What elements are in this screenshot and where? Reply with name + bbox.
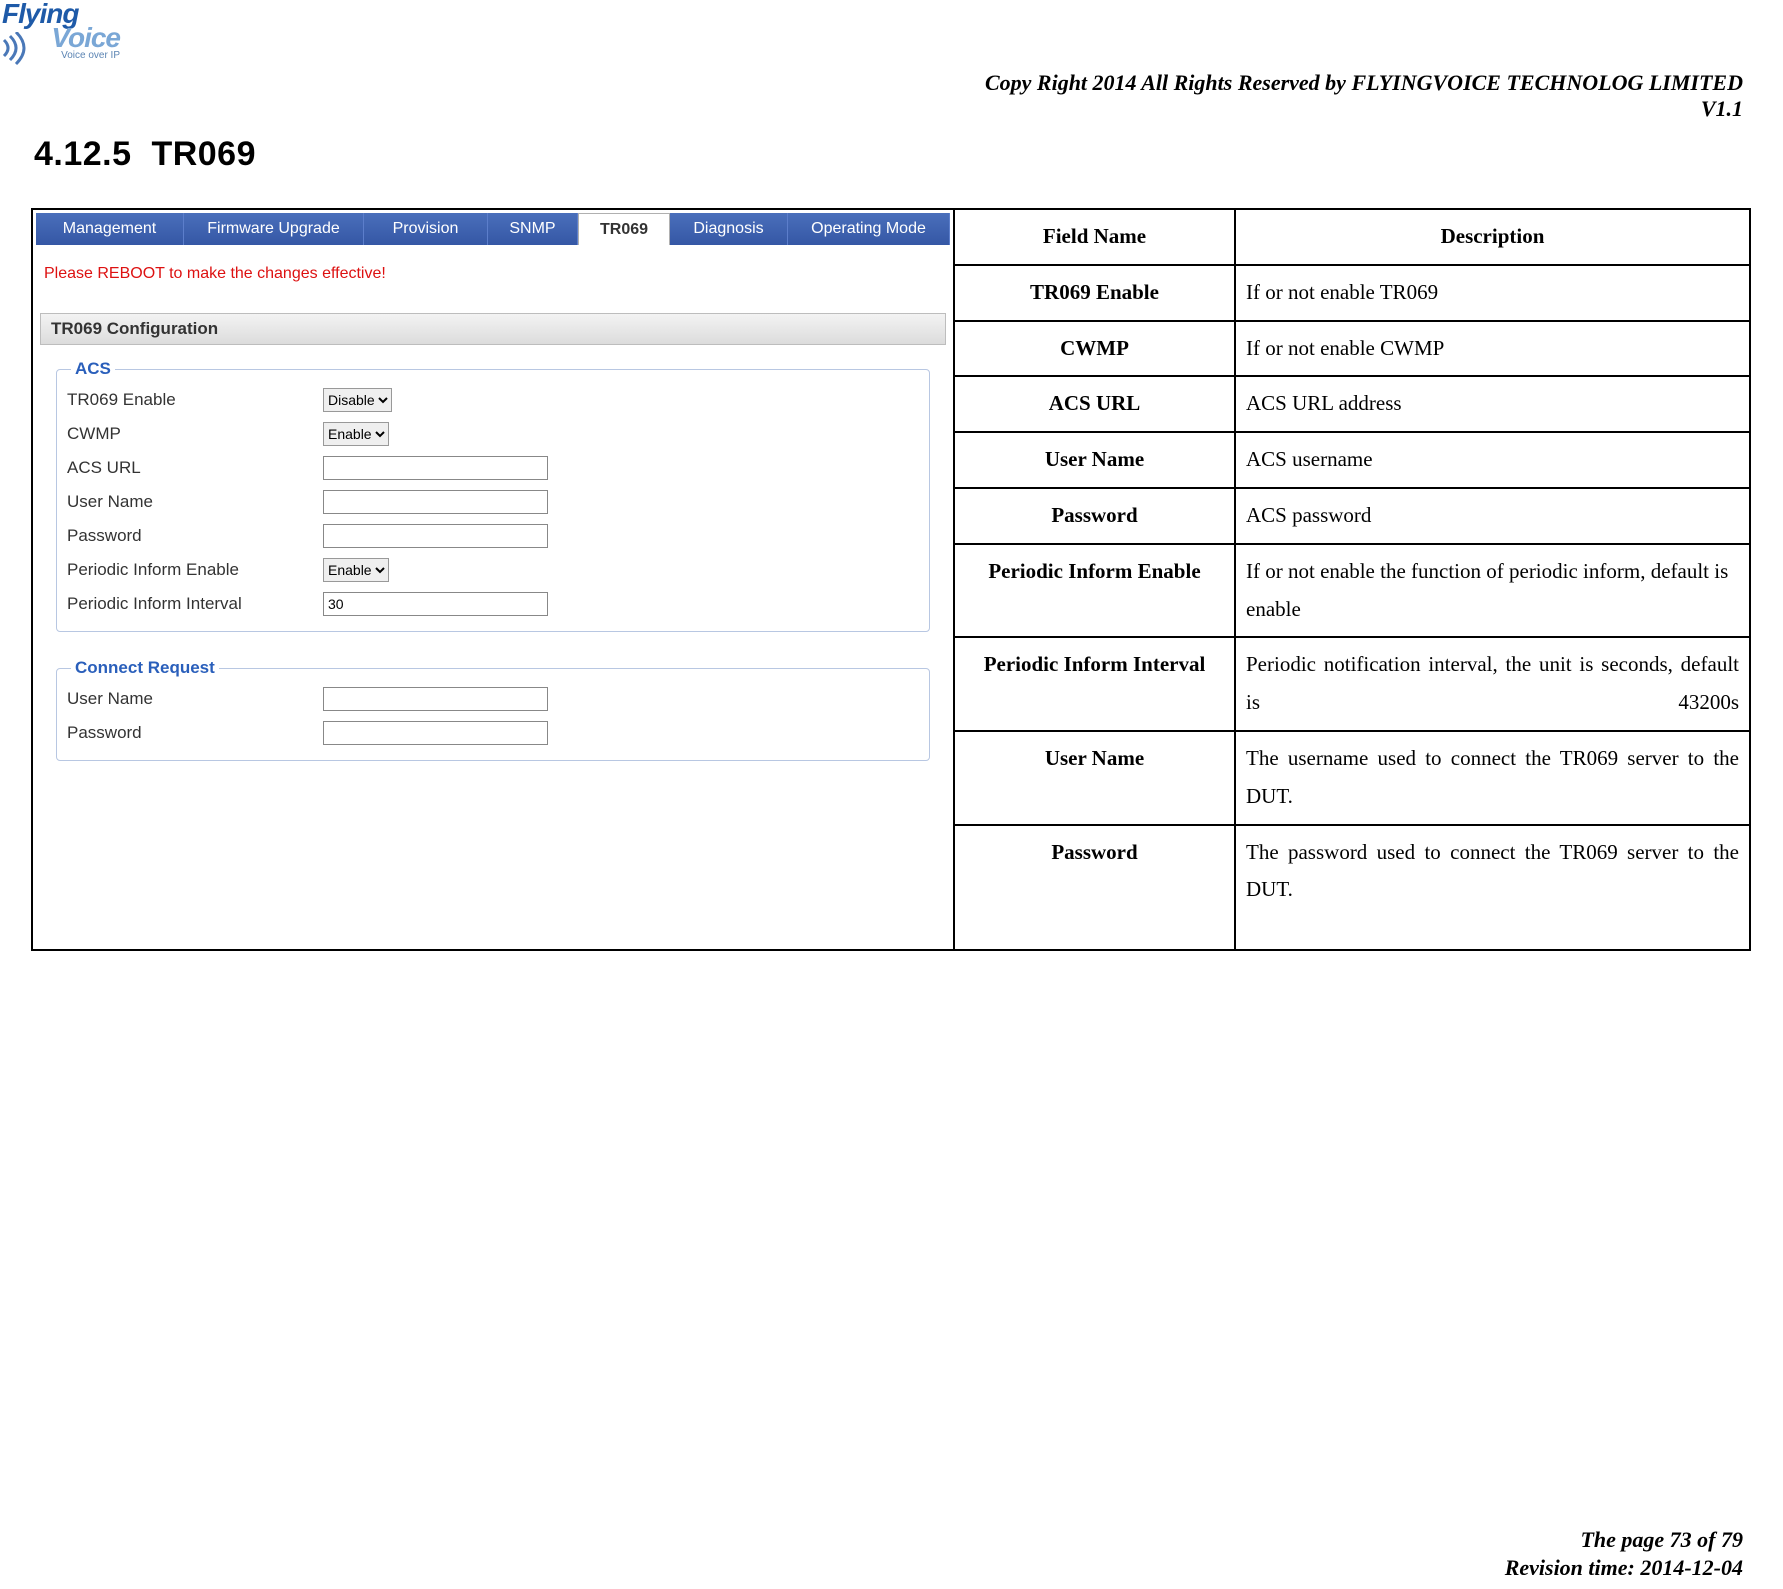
row-password: Password — [63, 519, 923, 553]
label-user-name: User Name — [63, 492, 323, 512]
cell-desc: Periodic notification interval, the unit… — [1235, 637, 1749, 731]
input-password[interactable] — [323, 524, 548, 548]
label-cr-pass: Password — [63, 723, 323, 743]
label-cr-user: User Name — [63, 689, 323, 709]
table-header-row: Field Name Description — [955, 210, 1749, 265]
tr069-screenshot: Management Firmware Upgrade Provision SN… — [36, 213, 950, 761]
tab-tr069[interactable]: TR069 — [578, 213, 670, 245]
brand-logo: Flying Voice Voice over IP — [2, 2, 120, 61]
input-cr-user[interactable] — [323, 687, 548, 711]
cell-field: User Name — [955, 731, 1235, 825]
table-row: User Name ACS username — [955, 432, 1749, 488]
section-title-text: TR069 — [151, 135, 256, 173]
cell-desc: If or not enable CWMP — [1235, 321, 1749, 377]
input-cr-pass[interactable] — [323, 721, 548, 745]
section-number: 4.12.5 — [34, 135, 132, 173]
screenshot-cell: Management Firmware Upgrade Provision SN… — [33, 210, 955, 949]
cell-desc: ACS password — [1235, 488, 1749, 544]
cell-desc: The password used to connect the TR069 s… — [1235, 825, 1749, 950]
row-periodic-interval: Periodic Inform Interval — [63, 587, 923, 621]
version-text: V1.1 — [985, 96, 1743, 122]
tab-bar: Management Firmware Upgrade Provision SN… — [36, 213, 950, 245]
tab-firmware-upgrade[interactable]: Firmware Upgrade — [184, 213, 364, 245]
select-periodic-enable[interactable]: Enable — [323, 558, 389, 582]
doc-header: Copy Right 2014 All Rights Reserved by F… — [985, 70, 1743, 122]
input-periodic-interval[interactable] — [323, 592, 548, 616]
logo-wave-icon — [0, 32, 36, 68]
field-description-table: Field Name Description TR069 Enable If o… — [955, 210, 1749, 949]
cell-field: Password — [955, 825, 1235, 950]
table-row: Password The password used to connect th… — [955, 825, 1749, 950]
table-row: Periodic Inform Enable If or not enable … — [955, 544, 1749, 638]
footer-page: The page 73 of 79 — [1505, 1526, 1743, 1554]
row-acs-url: ACS URL — [63, 451, 923, 485]
section-heading: 4.12.5 TR069 — [34, 135, 256, 174]
config-panel-title: TR069 Configuration — [40, 313, 946, 345]
cell-desc: The username used to connect the TR069 s… — [1235, 731, 1749, 825]
cell-field: ACS URL — [955, 376, 1235, 432]
acs-legend: ACS — [71, 359, 115, 379]
table-row: Periodic Inform Interval Periodic notifi… — [955, 637, 1749, 731]
row-tr069-enable: TR069 Enable Disable — [63, 383, 923, 417]
cell-field: TR069 Enable — [955, 265, 1235, 321]
input-user-name[interactable] — [323, 490, 548, 514]
label-periodic-enable: Periodic Inform Enable — [63, 560, 323, 580]
select-tr069-enable[interactable]: Disable — [323, 388, 392, 412]
connect-request-fieldset: Connect Request User Name Password — [56, 658, 930, 761]
row-cr-pass: Password — [63, 716, 923, 750]
acs-fieldset: ACS TR069 Enable Disable CWMP Enable ACS… — [56, 359, 930, 632]
table-row: Password ACS password — [955, 488, 1749, 544]
table-row: TR069 Enable If or not enable TR069 — [955, 265, 1749, 321]
connect-request-legend: Connect Request — [71, 658, 219, 678]
label-acs-url: ACS URL — [63, 458, 323, 478]
input-acs-url[interactable] — [323, 456, 548, 480]
table-row: ACS URL ACS URL address — [955, 376, 1749, 432]
tab-diagnosis[interactable]: Diagnosis — [670, 213, 788, 245]
cell-desc: If or not enable the function of periodi… — [1235, 544, 1749, 638]
header-field-name: Field Name — [955, 210, 1235, 265]
tab-snmp[interactable]: SNMP — [488, 213, 578, 245]
label-periodic-interval: Periodic Inform Interval — [63, 594, 323, 614]
label-cwmp: CWMP — [63, 424, 323, 444]
cell-desc: ACS URL address — [1235, 376, 1749, 432]
label-password: Password — [63, 526, 323, 546]
cell-field: Periodic Inform Enable — [955, 544, 1235, 638]
copyright-text: Copy Right 2014 All Rights Reserved by F… — [985, 70, 1743, 95]
row-user-name: User Name — [63, 485, 923, 519]
tab-provision[interactable]: Provision — [364, 213, 488, 245]
cell-field: Periodic Inform Interval — [955, 637, 1235, 731]
table-row: CWMP If or not enable CWMP — [955, 321, 1749, 377]
header-description: Description — [1235, 210, 1749, 265]
table-row: User Name The username used to connect t… — [955, 731, 1749, 825]
row-cr-user: User Name — [63, 682, 923, 716]
row-cwmp: CWMP Enable — [63, 417, 923, 451]
doc-footer: The page 73 of 79 Revision time: 2014-12… — [1505, 1526, 1743, 1581]
reboot-notice: Please REBOOT to make the changes effect… — [36, 245, 950, 313]
select-cwmp[interactable]: Enable — [323, 422, 389, 446]
row-periodic-enable: Periodic Inform Enable Enable — [63, 553, 923, 587]
tab-operating-mode[interactable]: Operating Mode — [788, 213, 950, 245]
description-cell: Field Name Description TR069 Enable If o… — [955, 210, 1749, 949]
tab-management[interactable]: Management — [36, 213, 184, 245]
cell-field: CWMP — [955, 321, 1235, 377]
main-content-row: Management Firmware Upgrade Provision SN… — [31, 208, 1751, 951]
footer-revision: Revision time: 2014-12-04 — [1505, 1554, 1743, 1582]
cell-desc: If or not enable TR069 — [1235, 265, 1749, 321]
label-tr069-enable: TR069 Enable — [63, 390, 323, 410]
cell-desc: ACS username — [1235, 432, 1749, 488]
cell-field: Password — [955, 488, 1235, 544]
cell-field: User Name — [955, 432, 1235, 488]
